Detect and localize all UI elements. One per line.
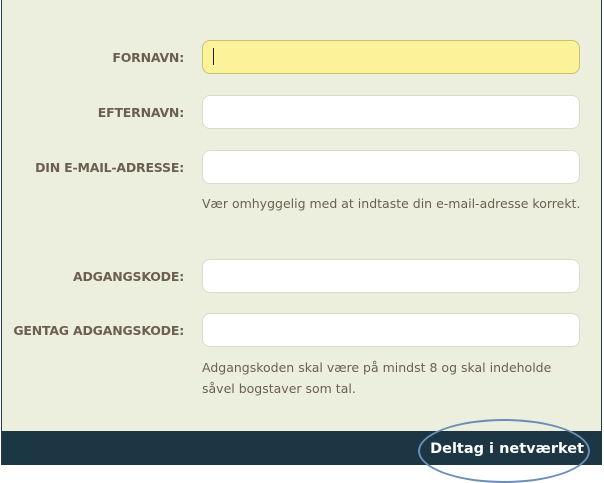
email-label: DIN E-MAIL-ADRESSE:: [35, 160, 184, 175]
password-input[interactable]: [202, 259, 580, 293]
password-hint: Adgangskoden skal være på mindst 8 og sk…: [202, 360, 552, 396]
join-network-button[interactable]: Deltag i netværket: [430, 431, 584, 465]
first-name-label: FORNAVN:: [112, 50, 184, 65]
first-name-input[interactable]: [202, 40, 580, 74]
password-row: ADGANGSKODE:: [2, 259, 602, 295]
email-row: DIN E-MAIL-ADRESSE:: [2, 150, 602, 186]
repeat-password-label: GENTAG ADGANGSKODE:: [13, 323, 184, 338]
signup-form-panel: FORNAVN: EFTERNAVN: DIN E-MAIL-ADRESSE: …: [1, 0, 602, 465]
repeat-password-row: GENTAG ADGANGSKODE:: [2, 313, 602, 349]
last-name-input[interactable]: [202, 95, 580, 129]
password-label: ADGANGSKODE:: [73, 269, 184, 284]
text-caret: [213, 48, 214, 65]
email-hint: Vær omhyggelig med at indtaste din e-mai…: [202, 196, 581, 211]
last-name-row: EFTERNAVN:: [2, 95, 602, 131]
form-footer: Deltag i netværket: [2, 431, 602, 465]
first-name-row: FORNAVN:: [2, 40, 602, 76]
last-name-label: EFTERNAVN:: [97, 105, 184, 120]
repeat-password-input[interactable]: [202, 313, 580, 347]
email-input[interactable]: [202, 150, 580, 184]
